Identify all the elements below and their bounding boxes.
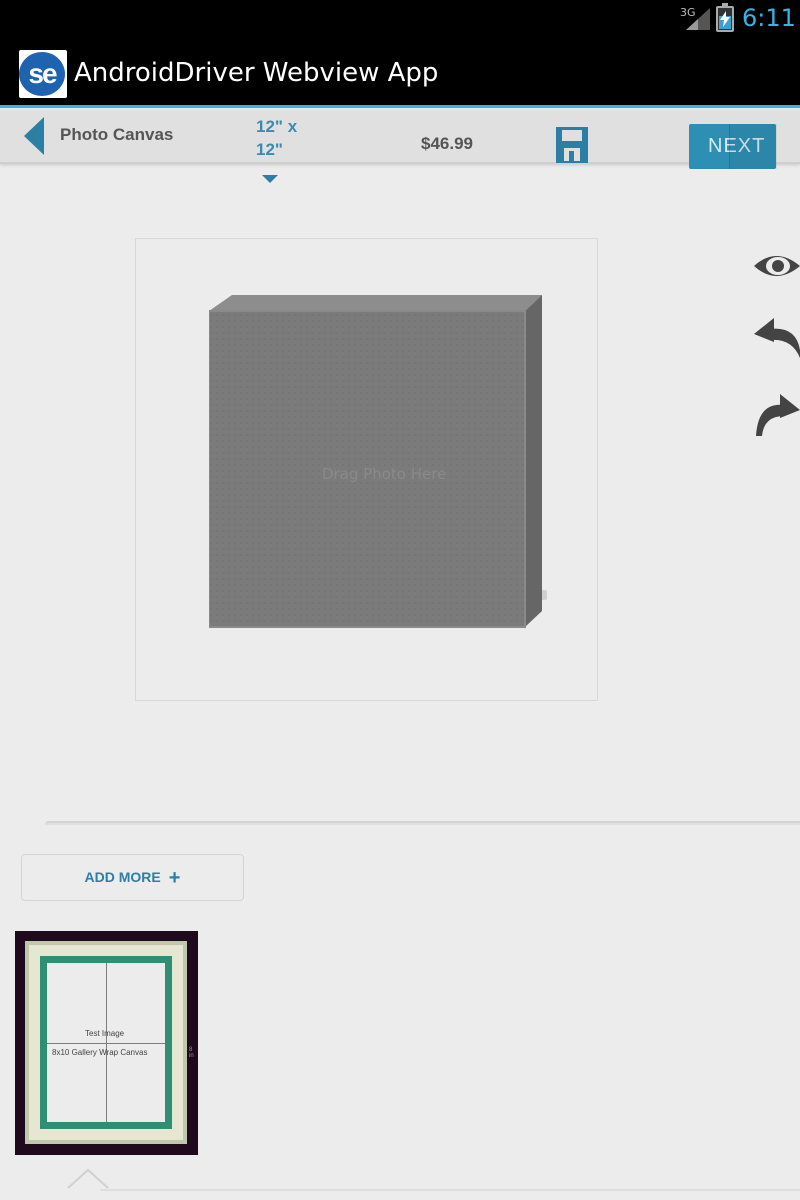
undo-icon[interactable] <box>752 316 800 364</box>
add-more-button[interactable]: ADD MORE + <box>21 854 244 901</box>
bottom-divider <box>100 1189 800 1191</box>
app-logo-text: se <box>19 52 65 96</box>
thumbnail-caption-1: Test Image <box>85 1029 125 1038</box>
redo-icon[interactable] <box>752 392 800 440</box>
photo-thumbnail[interactable]: Test Image 8x10 Gallery Wrap Canvas 8 in <box>15 931 198 1155</box>
size-line-1: 12" x <box>256 117 298 136</box>
app-title: AndroidDriver Webview App <box>74 58 439 88</box>
drag-photo-placeholder: Drag Photo Here <box>322 465 447 483</box>
next-button[interactable]: NEXT <box>689 124 777 169</box>
bolt-icon <box>720 11 730 27</box>
plus-icon: + <box>168 867 181 889</box>
chevron-up-icon[interactable] <box>66 1166 110 1190</box>
back-arrow-icon[interactable] <box>24 117 44 155</box>
chevron-down-icon[interactable] <box>262 175 278 183</box>
battery-charging-icon <box>716 3 734 32</box>
clock: 6:11 <box>742 4 796 32</box>
save-icon[interactable] <box>555 126 589 164</box>
thumbnail-caption-2: 8x10 Gallery Wrap Canvas <box>52 1048 148 1057</box>
canvas-drop-zone[interactable] <box>209 295 547 633</box>
webview: Photo Canvas 12" x 12" $46.99 NEXT Drag … <box>0 111 800 1200</box>
eye-icon[interactable] <box>752 244 800 292</box>
signal-icon <box>686 8 710 30</box>
editor-toolbar: Photo Canvas 12" x 12" $46.99 NEXT <box>0 111 800 183</box>
size-line-2: 12" <box>256 140 283 159</box>
divider <box>45 821 800 825</box>
thumbnail-side-label: 8 in <box>189 1047 194 1059</box>
thumbnail-image: Test Image 8x10 Gallery Wrap Canvas 8 in <box>25 941 194 1144</box>
canvas-preview-frame: Drag Photo Here <box>135 238 598 701</box>
size-selector[interactable]: 12" x 12" <box>256 115 316 161</box>
action-bar: se AndroidDriver Webview App <box>0 38 800 108</box>
add-more-label: ADD MORE <box>84 869 161 885</box>
page-title: Photo Canvas <box>60 125 174 144</box>
status-bar: 3G 6:11 <box>0 0 800 38</box>
price: $46.99 <box>421 134 473 153</box>
thumbnail-frame: Test Image 8x10 Gallery Wrap Canvas <box>40 956 172 1129</box>
thumbnail-horizontal-line <box>47 1043 165 1044</box>
app-logo[interactable]: se <box>19 50 67 98</box>
